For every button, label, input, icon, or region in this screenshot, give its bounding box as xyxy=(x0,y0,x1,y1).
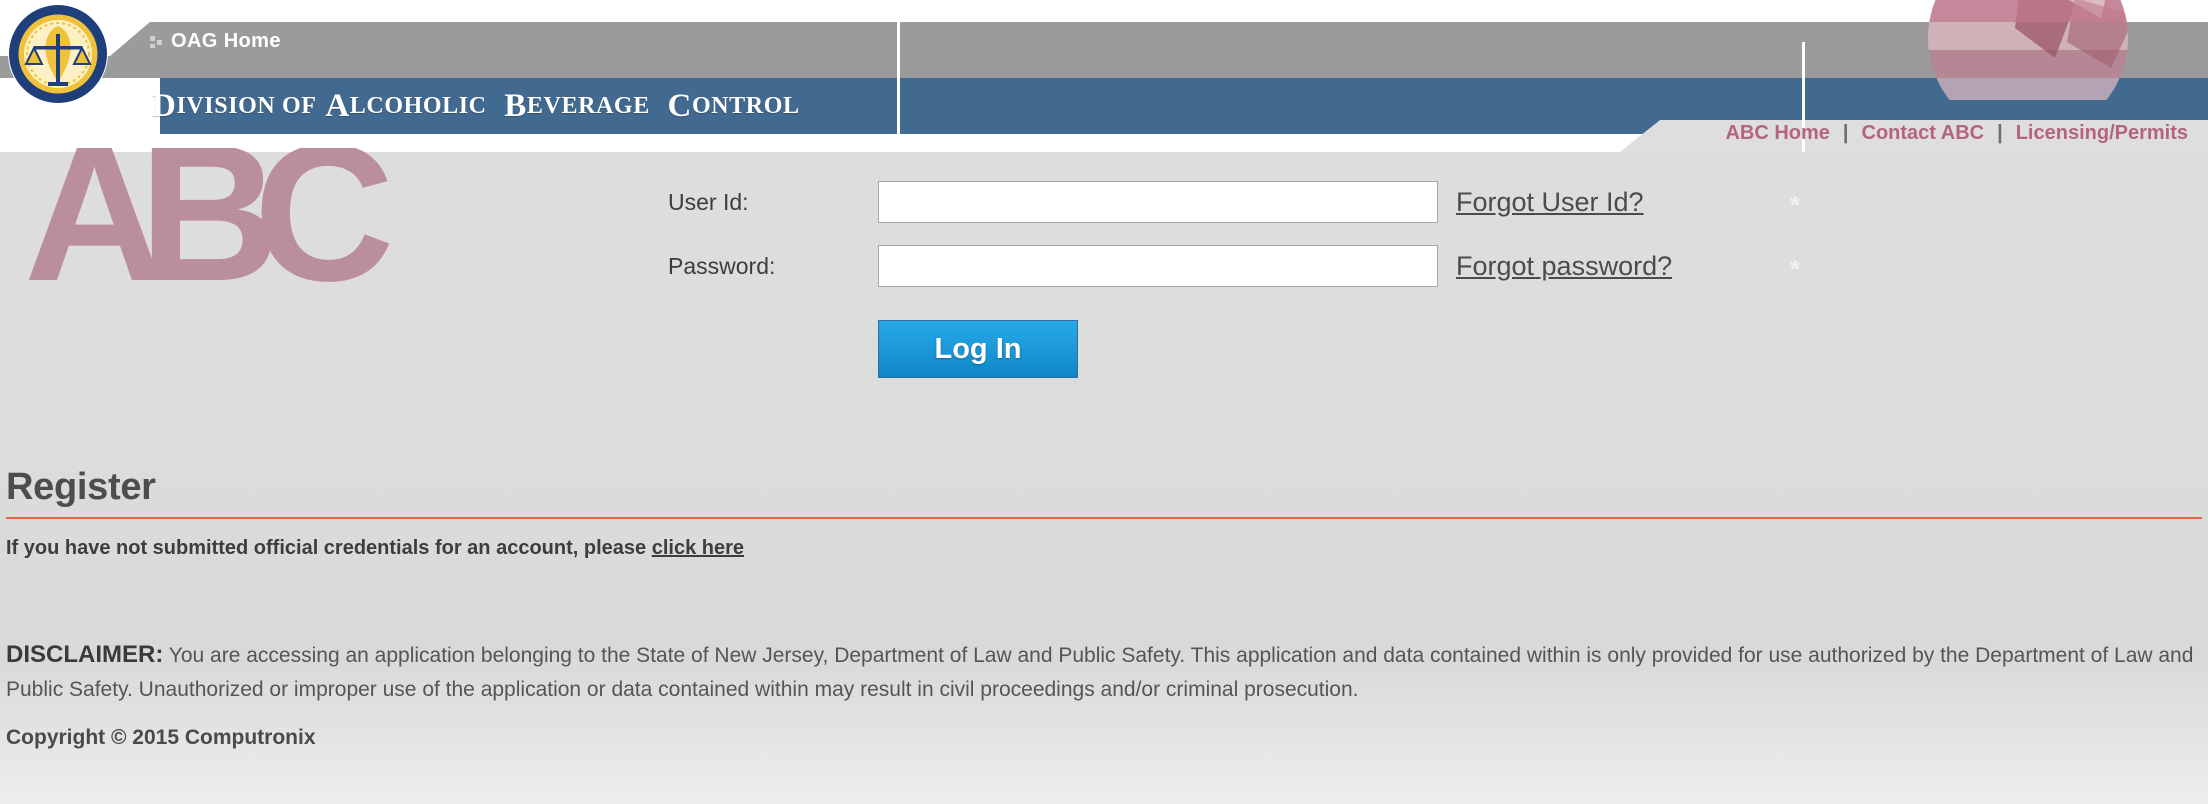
svg-text:ABC: ABC xyxy=(24,148,390,298)
password-row: Password: Forgot password? xyxy=(668,240,1672,292)
site-header: OAG Home D IVISION OF A LCOHOLIC B EVERAGE … xyxy=(0,0,2208,152)
disclaimer-body: You are accessing an application belongi… xyxy=(6,644,2194,701)
abc-logo: ABC xyxy=(24,104,544,322)
flag-circle-icon xyxy=(1905,0,2151,100)
required-marker-user-id: * xyxy=(1790,190,1801,220)
disclaimer-lead: DISCLAIMER: xyxy=(6,641,164,668)
user-id-label: User Id: xyxy=(668,188,749,215)
nav-separator-2: | xyxy=(1997,122,2003,144)
register-divider xyxy=(6,517,2202,519)
nav-link-licensing-permits[interactable]: Licensing/Permits xyxy=(2016,122,2188,145)
bullet-arrow-icon xyxy=(150,35,162,48)
nav-link-contact-abc[interactable]: Contact ABC xyxy=(1862,122,1985,145)
nav-separator-1: | xyxy=(1842,122,1849,144)
nav-link-abc-home[interactable]: ABC Home xyxy=(1725,122,1829,145)
header-nav: ABC Home | Contact ABC | Licensing/Permi… xyxy=(1725,122,2188,145)
required-marker-password: * xyxy=(1790,254,1801,284)
header-divider-left xyxy=(897,0,900,152)
forgot-password-link[interactable]: Forgot password? xyxy=(1456,251,1672,282)
copyright-notice: Copyright © 2015 Computronix xyxy=(6,726,316,749)
oag-home-link[interactable]: OAG Home xyxy=(150,30,281,53)
login-form: User Id: Forgot User Id? Password: Forgo… xyxy=(668,176,1672,378)
register-section: Register If you have not submitted offic… xyxy=(6,466,2202,560)
password-label: Password: xyxy=(668,252,776,279)
register-text: If you have not submitted official crede… xyxy=(6,537,2202,560)
user-id-input[interactable] xyxy=(878,181,1438,223)
register-heading: Register xyxy=(6,466,156,508)
log-in-button[interactable]: Log In xyxy=(878,320,1078,378)
division-title: D IVISION OF A LCOHOLIC B EVERAGE C ONTROL xyxy=(152,87,800,124)
register-click-here-link[interactable]: click here xyxy=(652,537,744,559)
header-gray-band xyxy=(0,22,2208,78)
user-id-row: User Id: Forgot User Id? xyxy=(668,176,1672,228)
forgot-user-id-link[interactable]: Forgot User Id? xyxy=(1456,187,1644,218)
nj-attorney-general-seal-icon xyxy=(6,2,110,106)
password-input[interactable] xyxy=(878,245,1438,287)
register-text-before: If you have not submitted official crede… xyxy=(6,537,652,559)
oag-home-label: OAG Home xyxy=(171,30,281,52)
disclaimer: DISCLAIMER: You are accessing an applica… xyxy=(6,638,2202,707)
